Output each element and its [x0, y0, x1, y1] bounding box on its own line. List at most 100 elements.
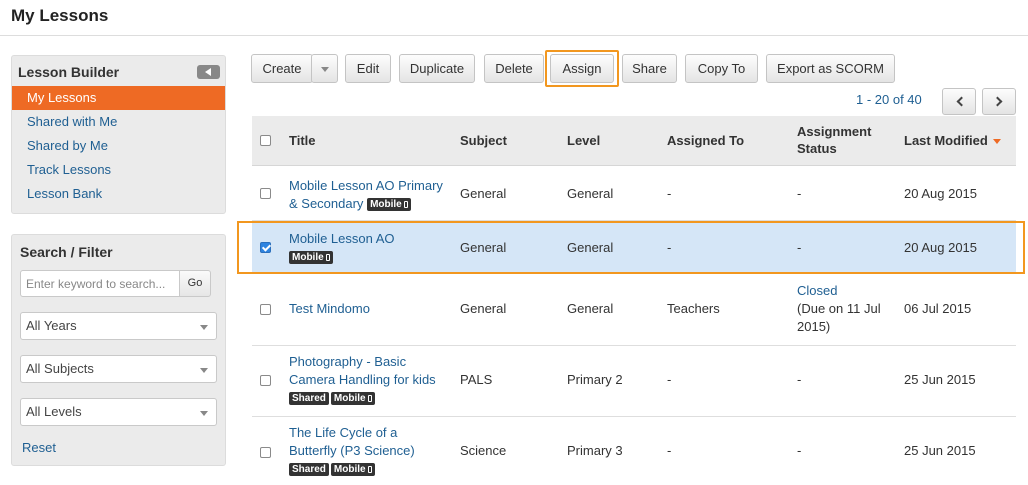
lesson-title-link[interactable]: Mobile Lesson AO — [289, 231, 395, 246]
search-input[interactable] — [20, 270, 180, 297]
subject-cell: General — [460, 186, 507, 201]
table-row[interactable]: The Life Cycle of a Butterfly (P3 Science… — [252, 418, 1016, 485]
assigned-to-cell: - — [667, 240, 672, 255]
delete-button[interactable]: Delete — [484, 54, 544, 83]
years-select[interactable]: All Years — [20, 312, 217, 340]
export-scorm-button[interactable]: Export as SCORM — [766, 54, 895, 83]
lesson-title-line: Butterfly (P3 Science) — [289, 443, 415, 458]
status-cell: - — [797, 372, 802, 387]
badge-label: Mobile — [333, 464, 366, 476]
column-assigned-to[interactable]: Assigned To — [667, 133, 744, 148]
status-cell: - — [797, 240, 802, 255]
badge-label: Mobile — [370, 199, 402, 211]
column-assignment-status-line2: Status — [797, 141, 837, 156]
phone-icon — [367, 395, 372, 403]
modified-cell: 25 Jun 2015 — [904, 443, 976, 458]
lesson-title-link[interactable]: Mobile Lesson AO Primary & Secondary — [289, 178, 443, 211]
assign-button[interactable]: Assign — [550, 54, 614, 83]
subject-cell: General — [460, 301, 507, 316]
level-cell: Primary 3 — [567, 443, 623, 458]
row-checkbox-checked[interactable] — [260, 242, 271, 253]
chevron-down-icon — [200, 368, 208, 373]
pagination-info: 1 - 20 of 40 — [856, 92, 922, 107]
level-cell: General — [567, 301, 614, 316]
column-level[interactable]: Level — [567, 133, 600, 148]
chevron-down-icon — [200, 325, 208, 330]
level-cell: General — [567, 186, 614, 201]
sidebar-item-track-lessons[interactable]: Track Lessons — [12, 158, 225, 182]
lesson-title-line: Photography - Basic — [289, 354, 407, 369]
row-checkbox[interactable] — [260, 304, 271, 315]
level-cell: Primary 2 — [567, 372, 623, 387]
table-row[interactable]: Photography - Basic Camera Handling for k… — [252, 347, 1016, 417]
edit-button[interactable]: Edit — [345, 54, 391, 83]
column-title[interactable]: Title — [289, 133, 316, 148]
status-due-line: 2015) — [797, 319, 831, 334]
lesson-title-link[interactable]: Photography - Basic Camera Handling for k… — [289, 354, 436, 387]
mobile-badge: Mobile — [367, 198, 411, 212]
title-cell: Photography - Basic Camera Handling for k… — [289, 353, 454, 407]
lesson-title-link[interactable]: Test Mindomo — [289, 301, 370, 316]
create-dropdown-button[interactable] — [311, 54, 338, 83]
status-cell: - — [797, 186, 802, 201]
table-row[interactable]: Test Mindomo General General Teachers Cl… — [252, 275, 1016, 346]
row-checkbox[interactable] — [260, 188, 271, 199]
lesson-builder-title: Lesson Builder — [18, 64, 120, 80]
copy-to-button[interactable]: Copy To — [685, 54, 758, 83]
page-header: My Lessons — [0, 0, 1028, 36]
status-cell: - — [797, 443, 802, 458]
assigned-to-cell: - — [667, 186, 672, 201]
phone-icon — [403, 201, 408, 209]
table-row-selected[interactable]: Mobile Lesson AO Mobile General General … — [252, 222, 1016, 274]
levels-select[interactable]: All Levels — [20, 398, 217, 426]
duplicate-button[interactable]: Duplicate — [399, 54, 475, 83]
years-select-value: All Years — [26, 318, 77, 333]
collapse-sidebar-button[interactable] — [197, 65, 220, 79]
phone-icon — [325, 254, 330, 262]
column-assignment-status[interactable]: Assignment Status — [797, 124, 871, 156]
level-cell: General — [567, 240, 614, 255]
sort-desc-icon — [992, 139, 1001, 145]
row-checkbox[interactable] — [260, 447, 271, 458]
share-button[interactable]: Share — [622, 54, 677, 83]
create-button[interactable]: Create — [251, 54, 313, 83]
row-checkbox[interactable] — [260, 375, 271, 386]
reset-link[interactable]: Reset — [22, 440, 56, 455]
status-due-line: (Due on 11 Jul — [797, 301, 881, 316]
select-all-checkbox[interactable] — [260, 135, 271, 146]
chevron-left-icon — [956, 96, 967, 107]
modified-cell: 06 Jul 2015 — [904, 301, 972, 316]
sidebar-item-shared-with-me[interactable]: Shared with Me — [12, 110, 225, 134]
chevron-right-icon — [992, 96, 1003, 107]
table-header: Title Subject Level Assigned To Assignme… — [252, 116, 1016, 166]
badge-label: Mobile — [333, 393, 366, 405]
column-subject[interactable]: Subject — [460, 133, 507, 148]
lesson-title-line: Camera Handling for kids — [289, 372, 436, 387]
chevron-down-icon — [321, 67, 329, 72]
lesson-title-link[interactable]: The Life Cycle of a Butterfly (P3 Science… — [289, 425, 415, 458]
status-cell: Closed (Due on 11 Jul 2015) — [797, 282, 881, 336]
table-row[interactable]: Mobile Lesson AO Primary & Secondary Mobi… — [252, 167, 1016, 221]
next-page-button[interactable] — [982, 88, 1016, 115]
assigned-to-cell: - — [667, 443, 672, 458]
sidebar-item-lesson-bank[interactable]: Lesson Bank — [12, 182, 225, 206]
sidebar-item-shared-by-me[interactable]: Shared by Me — [12, 134, 225, 158]
mobile-badge: Mobile — [330, 392, 375, 406]
chevron-left-icon — [205, 68, 211, 76]
phone-icon — [367, 466, 372, 474]
column-last-modified-label: Last Modified — [904, 133, 988, 148]
previous-page-button[interactable] — [942, 88, 976, 115]
go-button[interactable]: Go — [179, 270, 211, 297]
lesson-title-line: & Secondary — [289, 196, 364, 211]
modified-cell: 20 Aug 2015 — [904, 186, 978, 201]
subjects-select[interactable]: All Subjects — [20, 355, 217, 383]
shared-badge: Shared — [289, 392, 329, 406]
lesson-title-line: The Life Cycle of a — [289, 425, 398, 440]
modified-cell: 20 Aug 2015 — [904, 240, 978, 255]
levels-select-value: All Levels — [26, 404, 82, 419]
lesson-builder-panel: Lesson Builder My Lessons Shared with Me… — [11, 55, 226, 214]
title-cell: Test Mindomo — [289, 300, 370, 318]
status-closed-link[interactable]: Closed — [797, 283, 837, 298]
column-last-modified[interactable]: Last Modified — [904, 133, 1001, 148]
sidebar-item-my-lessons[interactable]: My Lessons — [12, 86, 225, 110]
